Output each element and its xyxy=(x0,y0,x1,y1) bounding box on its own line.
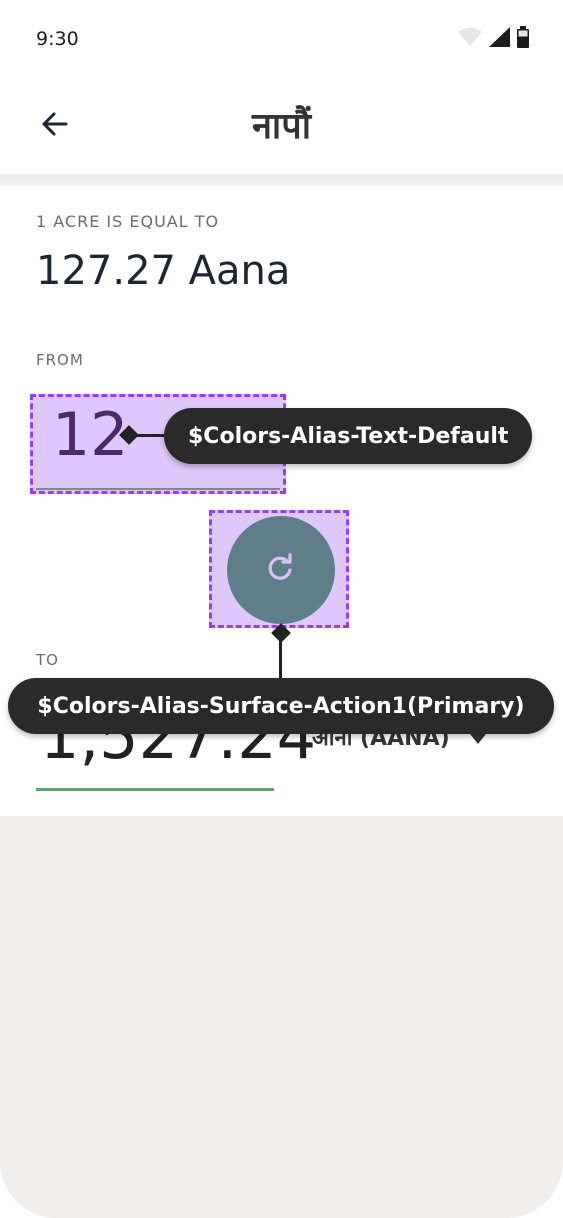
status-icons xyxy=(457,25,529,53)
battery-icon xyxy=(517,25,529,53)
refresh-icon xyxy=(266,552,296,588)
to-underline xyxy=(36,788,274,791)
annotation-surface-action: $Colors-Alias-Surface-Action1(Primary) xyxy=(8,678,554,734)
to-label: TO xyxy=(36,651,59,669)
from-input[interactable]: 12 xyxy=(52,400,128,470)
equal-value: 127.27 Aana xyxy=(36,248,291,294)
bottom-area xyxy=(0,816,563,1218)
wifi-icon xyxy=(457,27,483,52)
signal-icon xyxy=(489,26,511,52)
page-title: नापौं xyxy=(251,106,312,147)
equal-label: 1 ACRE IS EQUAL TO xyxy=(36,212,220,231)
from-underline xyxy=(36,488,280,490)
swap-button[interactable] xyxy=(227,516,335,624)
app-bar-shadow xyxy=(0,174,563,186)
annotation-text-default: $Colors-Alias-Text-Default xyxy=(164,408,533,464)
status-time: 9:30 xyxy=(36,28,79,50)
from-label: FROM xyxy=(36,351,84,369)
